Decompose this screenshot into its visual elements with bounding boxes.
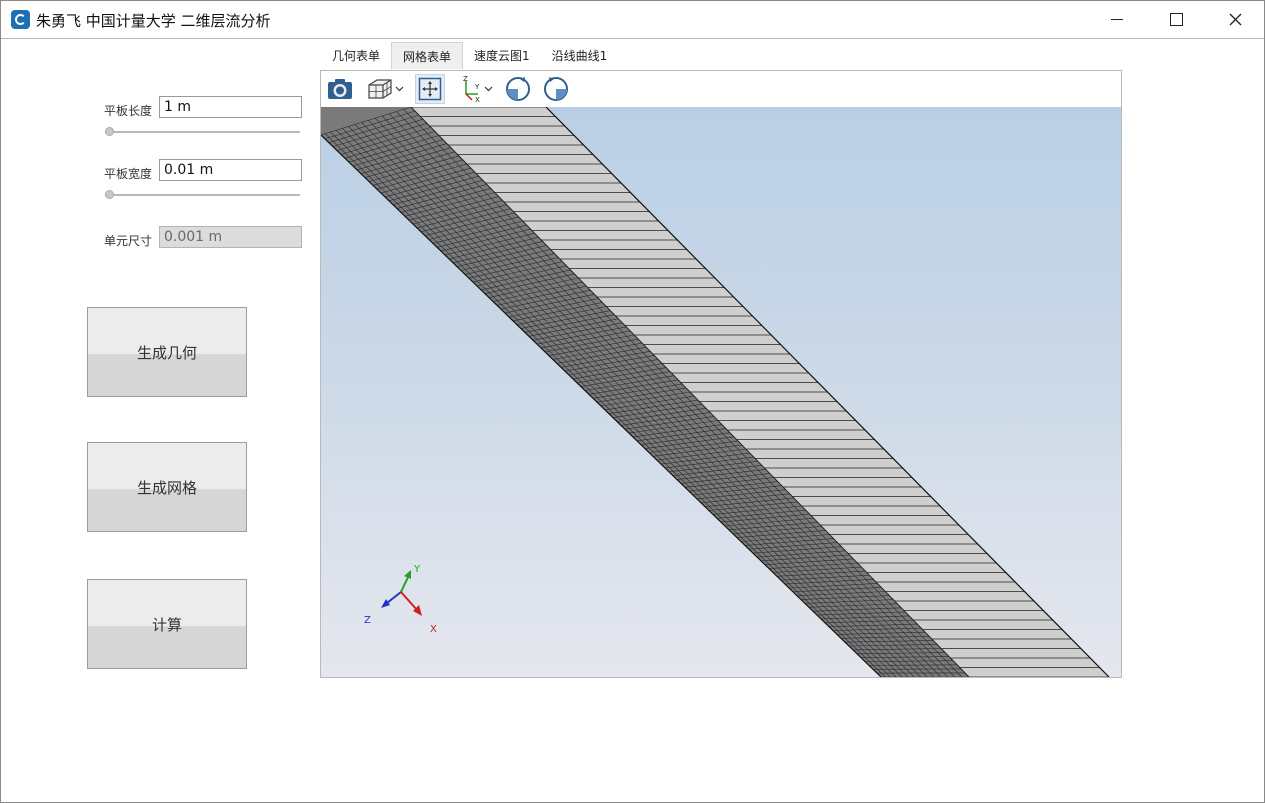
plate-width-slider[interactable] [105, 190, 300, 200]
cell-size-input [159, 226, 302, 248]
mesh-line [410, 107, 970, 677]
triad-x-label: X [430, 624, 437, 635]
camera-icon [328, 79, 352, 99]
plate-length-input[interactable] [159, 96, 302, 118]
triad-y-label: Y [413, 564, 421, 575]
close-icon [1229, 13, 1241, 26]
rotate-ccw-button[interactable] [541, 74, 571, 104]
viewer-toolbar: Z Y X [321, 71, 1121, 107]
plate-length-label: 平板长度 [104, 104, 153, 118]
chevron-down-icon [395, 86, 403, 92]
app-logo-icon [11, 10, 30, 29]
svg-text:Z: Z [463, 75, 468, 83]
app-window: 朱勇飞 中国计量大学 二维层流分析 平板长度 平板宽度 单元尺寸 生成几何 生成… [0, 0, 1265, 803]
minimize-button[interactable] [1088, 1, 1146, 38]
tab-mesh-form[interactable]: 网格表单 [391, 42, 464, 69]
view-cube-icon [367, 79, 392, 99]
plate-width-label: 平板宽度 [104, 167, 153, 181]
minimize-icon [1111, 18, 1123, 21]
generate-mesh-button[interactable]: 生成网格 [87, 442, 247, 532]
tab-velocity-contour[interactable]: 速度云图1 [463, 42, 541, 69]
fit-view-icon [418, 77, 442, 101]
svg-text:X: X [475, 96, 480, 103]
rotate-cw-button[interactable] [503, 74, 533, 104]
fit-view-button[interactable] [415, 74, 445, 104]
maximize-button[interactable] [1147, 1, 1205, 38]
plate-length-slider[interactable] [105, 127, 300, 137]
rotate-cw-icon [506, 77, 530, 101]
svg-text:Y: Y [474, 83, 480, 91]
slider-track [105, 131, 300, 133]
window-title: 朱勇飞 中国计量大学 二维层流分析 [36, 12, 271, 30]
axes-orientation-dropdown[interactable]: Z Y X [455, 74, 495, 104]
tab-geometry-form[interactable]: 几何表单 [321, 42, 391, 69]
slider-thumb[interactable] [105, 127, 114, 136]
cell-size-label: 单元尺寸 [104, 234, 153, 248]
rotate-ccw-icon [544, 77, 568, 101]
close-button[interactable] [1206, 1, 1264, 38]
tab-line-plot[interactable]: 沿线曲线1 [541, 42, 619, 69]
slider-track [105, 194, 300, 196]
slider-thumb[interactable] [105, 190, 114, 199]
axes-orientation-icon: Z Y X [463, 75, 480, 103]
triad-z-label: Z [364, 615, 371, 626]
plate-width-input[interactable] [159, 159, 302, 181]
tab-bar: 几何表单 网格表单 速度云图1 沿线曲线1 [321, 42, 618, 69]
chevron-down-icon [484, 86, 492, 92]
view-cube-dropdown[interactable] [361, 74, 407, 104]
axis-triad: Y Z X [364, 564, 437, 635]
mesh-viewer: Z Y X Y Z X [320, 70, 1122, 678]
title-bar: 朱勇飞 中国计量大学 二维层流分析 [1, 1, 1264, 39]
screenshot-button[interactable] [325, 74, 355, 104]
compute-button[interactable]: 计算 [87, 579, 247, 669]
generate-geometry-button[interactable]: 生成几何 [87, 307, 247, 397]
viewport-3d[interactable]: Y Z X [321, 107, 1121, 677]
maximize-icon [1169, 13, 1183, 26]
